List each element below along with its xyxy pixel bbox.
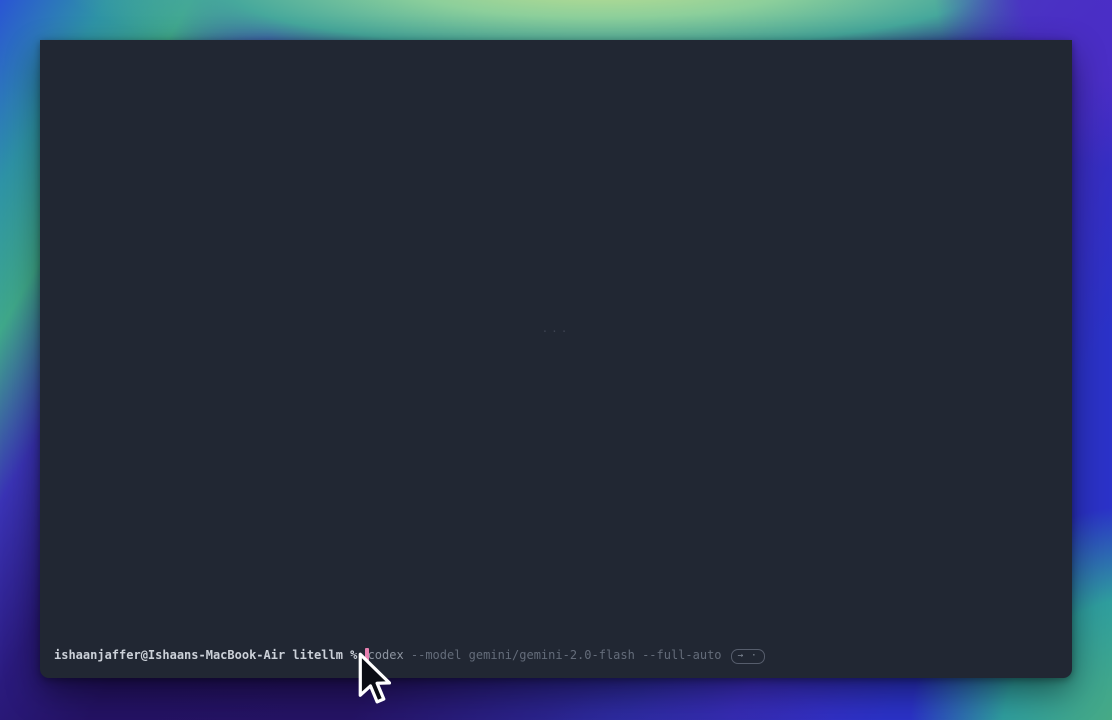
prompt-directory: litellm (292, 648, 343, 662)
command-typed: codex (368, 648, 404, 662)
autosuggest-accept-key-hint: → · (731, 649, 765, 664)
terminal-window[interactable]: ... ishaanjaffer@Ishaans-MacBook-Air lite… (40, 40, 1072, 678)
prompt-symbol: % (350, 648, 357, 662)
terminal-prompt-line[interactable]: ishaanjaffer@Ishaans-MacBook-Air litellm%… (54, 648, 1062, 664)
terminal-ghost-ellipsis: ... (542, 322, 571, 335)
desktop-wallpaper: ... ishaanjaffer@Ishaans-MacBook-Air lite… (0, 0, 1112, 720)
command-autosuggestion: --model gemini/gemini-2.0-flash --full-a… (411, 648, 722, 662)
prompt-user-host: ishaanjaffer@Ishaans-MacBook-Air (54, 648, 285, 662)
